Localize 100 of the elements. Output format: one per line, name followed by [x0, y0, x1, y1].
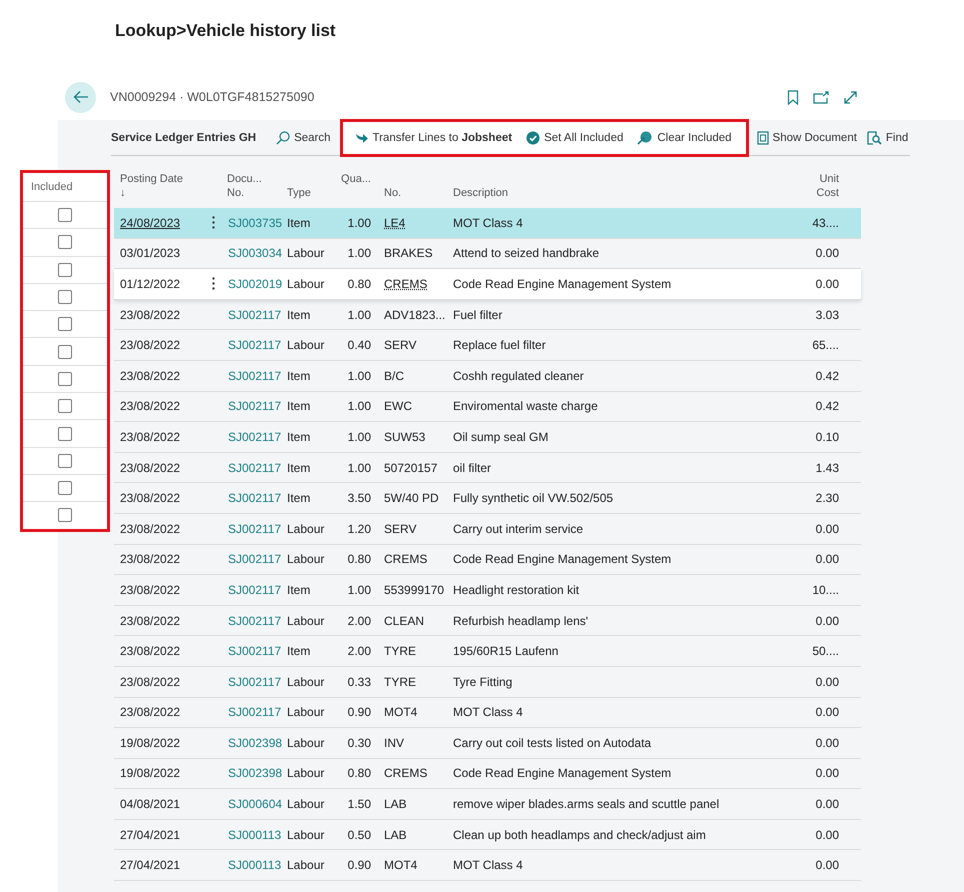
- table-cell-text: MOT Class 4: [452, 216, 524, 230]
- table-cell-text: Code Read Engine Management System: [452, 552, 672, 566]
- table-cell-text: 1.00: [346, 399, 372, 414]
- table-cell-text: EWC: [383, 399, 413, 414]
- document-link[interactable]: SJ000604: [223, 797, 284, 812]
- document-link[interactable]: SJ002117: [223, 522, 284, 536]
- action-button[interactable]: Find: [862, 122, 914, 154]
- checkbox[interactable]: [58, 372, 72, 386]
- table-row[interactable]: 01/12/2022 SJ002019 Labour 0.80 CREMS Code Read Engine Management System 0.00: [114, 269, 861, 300]
- checkbox[interactable]: [58, 454, 72, 468]
- check-circle-icon: [526, 130, 540, 144]
- date-cell-text: 23/08/2022: [119, 399, 182, 414]
- table-cell-text: 10....: [811, 582, 840, 597]
- document-link[interactable]: SJ002117: [223, 582, 284, 597]
- table-row[interactable]: 23/08/2022 SJ002117 Labour 0.80 CREMS Code Read Engine Management System 0.00: [114, 544, 861, 576]
- document-link[interactable]: SJ002117: [223, 614, 284, 628]
- table-cell-text: Enviromental waste charge: [452, 399, 599, 414]
- action-button[interactable]: Clear Included: [630, 118, 749, 156]
- document-link[interactable]: SJ002117: [223, 644, 284, 658]
- action-button[interactable]: Show Document: [752, 122, 862, 154]
- checkbox[interactable]: [58, 426, 72, 441]
- column-header[interactable]: Posting Date: [120, 172, 203, 186]
- date-cell-text: 23/08/2022: [119, 368, 182, 383]
- document-link[interactable]: SJ002117: [223, 491, 284, 506]
- document-link[interactable]: SJ002117: [223, 399, 284, 414]
- document-link[interactable]: SJ002117: [223, 705, 284, 720]
- table-cell-text: 65....: [811, 338, 840, 352]
- table-cell-text: 5W/40 PD: [383, 491, 440, 506]
- table-cell-text: Item: [286, 399, 312, 414]
- table-row[interactable]: 23/08/2022 SJ002117 Item 3.50 5W/40 PD Fully synthetic oil VW.502/505 2.30: [114, 483, 861, 514]
- document-link[interactable]: SJ002398: [223, 766, 284, 780]
- date-cell-text: 23/08/2022: [119, 614, 182, 628]
- column-header[interactable]: Description: [449, 168, 803, 200]
- page-name: Service Ledger Entries GH: [111, 132, 256, 144]
- checkbox[interactable]: [58, 208, 72, 222]
- table-row[interactable]: 23/08/2022 SJ002117 Item 1.00 B/C Coshh regulated cleaner 0.42: [114, 360, 861, 392]
- table-row[interactable]: 04/08/2021 SJ000604 Labour 1.50 LAB remove wiper blades.arms seals and scuttle panel 0.00: [114, 789, 861, 820]
- back-button[interactable]: [65, 82, 96, 112]
- table-cell-text: 0.00: [814, 246, 840, 260]
- document-link[interactable]: SJ002117: [223, 552, 284, 566]
- checkbox[interactable]: [58, 290, 72, 304]
- date-cell-text: 24/08/2023: [119, 216, 182, 230]
- table-row[interactable]: 27/04/2021 SJ000113 Labour 0.90 MOT4 MOT Class 4 0.00: [114, 850, 861, 882]
- checkbox[interactable]: [58, 344, 72, 359]
- table-row[interactable]: 23/08/2022 SJ002117 Labour 1.20 SERV Carry out interim service 0.00: [114, 514, 861, 545]
- column-header[interactable]: Docu... No.: [223, 168, 271, 200]
- circle-arrow-icon: [637, 130, 654, 144]
- table-cell-text: MOT Class 4: [452, 705, 524, 720]
- table-cell-text: Item: [286, 308, 312, 322]
- document-link[interactable]: SJ002117: [223, 338, 284, 352]
- document-link[interactable]: SJ002117: [223, 460, 284, 475]
- table-row[interactable]: 23/08/2022 SJ002117 Item 1.00 50720157 oil filter 1.43: [114, 452, 861, 484]
- action-button[interactable]: Set All Included: [519, 118, 630, 156]
- table-row[interactable]: 23/08/2022 SJ002117 Item 1.00 EWC Enviromental waste charge 0.42: [114, 392, 861, 422]
- table-row[interactable]: 23/08/2022 SJ002117 Item 1.00 SUW53 Oil sump seal GM 0.10: [114, 422, 861, 453]
- column-header[interactable]: Qua...: [333, 168, 373, 186]
- table-cell-text: Labour: [286, 705, 326, 720]
- action-button[interactable]: Transfer Lines to Jobsheet: [340, 118, 520, 156]
- document-link[interactable]: SJ003735: [223, 216, 284, 230]
- table-cell-text: 0.33: [346, 674, 372, 689]
- document-link[interactable]: SJ002117: [223, 308, 284, 322]
- document-link[interactable]: SJ000113: [223, 828, 284, 842]
- column-header[interactable]: Unit Cost: [813, 172, 839, 200]
- checkbox[interactable]: [58, 508, 72, 522]
- table-row[interactable]: 23/08/2022 SJ002117 Labour 0.40 SERV Replace fuel filter 65....: [114, 330, 861, 361]
- date-cell-text: 23/08/2022: [119, 552, 182, 566]
- table-row[interactable]: 23/08/2022 SJ002117 Item 1.00 553999170 Headlight restoration kit 10....: [114, 575, 861, 606]
- document-link[interactable]: SJ002398: [223, 736, 284, 750]
- table-cell-text: Labour: [286, 797, 326, 812]
- checkbox[interactable]: [58, 262, 72, 277]
- table-cell-text: 0.00: [814, 552, 840, 566]
- document-search-icon: [866, 130, 882, 144]
- document-link[interactable]: SJ003034: [223, 246, 284, 260]
- table-row[interactable]: 27/04/2021 SJ000113 Labour 0.50 LAB Clean up both headlamps and check/adjust aim 0.00: [114, 820, 861, 850]
- table-cell-text: 0.42: [814, 368, 840, 383]
- table-row[interactable]: 23/08/2022 SJ002117 Labour 0.90 MOT4 MOT Class 4 0.00: [114, 698, 861, 728]
- table-cell-text: Item: [286, 460, 312, 475]
- table-row[interactable]: 19/08/2022 SJ002398 Labour 0.30 INV Carry out coil tests listed on Autodata 0.00: [114, 728, 861, 759]
- column-header[interactable]: Type: [284, 168, 333, 200]
- checkbox[interactable]: [58, 481, 72, 496]
- table-row[interactable]: 23/08/2022 SJ002117 Labour 0.33 TYRE Tyre Fitting 0.00: [114, 666, 861, 698]
- table-row[interactable]: 24/08/2023 SJ003735 Item 1.00 LE4 MOT Class 4 43....: [114, 208, 861, 239]
- table-cell-text: Replace fuel filter: [452, 338, 547, 352]
- table-row[interactable]: 23/08/2022 SJ002117 Labour 2.00 CLEAN Refurbish headlamp lens' 0.00: [114, 606, 861, 636]
- table-row[interactable]: 23/08/2022 SJ002117 Item 2.00 TYRE 195/60R15 Laufenn 50....: [114, 636, 861, 667]
- column-header[interactable]: No.: [373, 168, 449, 200]
- document-link[interactable]: SJ002019: [223, 276, 284, 291]
- document-link[interactable]: SJ000113: [223, 858, 284, 872]
- table-cell-text: 2.30: [814, 491, 840, 506]
- document-link[interactable]: SJ002117: [223, 674, 284, 689]
- table-row[interactable]: 23/08/2022 SJ002117 Item 1.00 ADV1823... Fuel filter 3.03: [114, 300, 861, 330]
- table-cell-text: LAB: [383, 828, 408, 842]
- table-cell-text: INV: [383, 736, 406, 750]
- table-row[interactable]: 19/08/2022 SJ002398 Labour 0.80 CREMS Code Read Engine Management System 0.00: [114, 758, 861, 790]
- checkbox[interactable]: [58, 399, 72, 414]
- checkbox[interactable]: [58, 317, 72, 332]
- search-button[interactable]: Search: [271, 122, 336, 154]
- document-link[interactable]: SJ002117: [223, 368, 284, 383]
- document-link[interactable]: SJ002117: [223, 430, 284, 444]
- checkbox[interactable]: [58, 235, 72, 250]
